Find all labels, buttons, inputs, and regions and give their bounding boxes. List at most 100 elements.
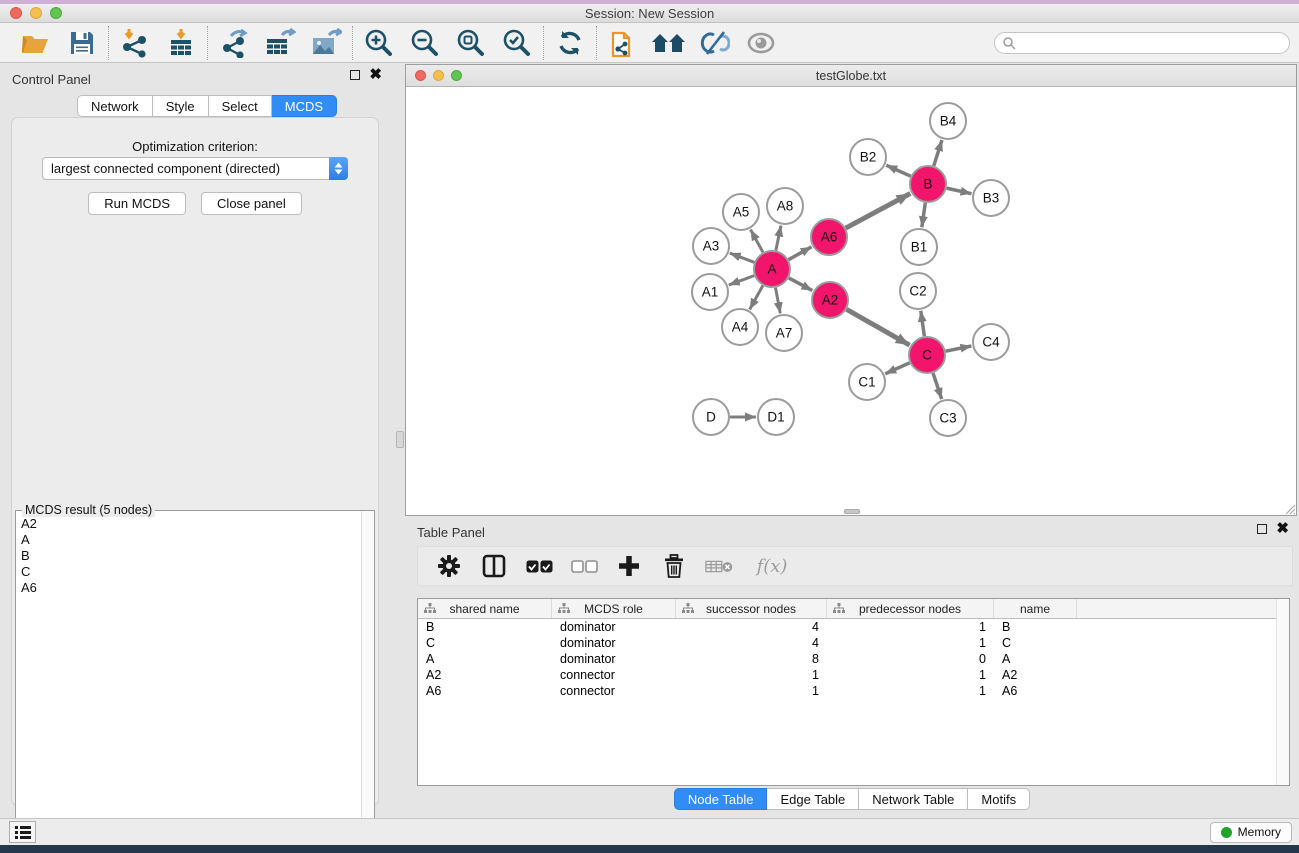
- close-panel-icon[interactable]: ✖: [369, 70, 382, 80]
- export-network-button[interactable]: [216, 27, 252, 59]
- open-browser-button[interactable]: [651, 27, 687, 59]
- delete-table-button[interactable]: [705, 552, 733, 580]
- table-row[interactable]: A2 connector 1 1 A2: [418, 667, 1289, 683]
- import-network-button[interactable]: [117, 27, 153, 59]
- save-session-button[interactable]: [64, 27, 100, 59]
- graph-edge[interactable]: [934, 140, 942, 166]
- graph-edge[interactable]: [933, 373, 942, 399]
- network-window-titlebar[interactable]: testGlobe.txt: [406, 65, 1296, 87]
- export-table-button[interactable]: [262, 27, 298, 59]
- list-item[interactable]: B: [21, 548, 360, 564]
- graph-edge[interactable]: [846, 193, 911, 228]
- float-panel-icon[interactable]: [350, 70, 360, 80]
- graph-edge[interactable]: [776, 226, 781, 251]
- graph-edge[interactable]: [885, 363, 909, 374]
- tab-style[interactable]: Style: [153, 95, 209, 117]
- column-header-shared-name[interactable]: shared name: [418, 599, 552, 618]
- hide-graphics-details-button[interactable]: [697, 27, 733, 59]
- list-item[interactable]: A6: [21, 580, 360, 596]
- graph-edge[interactable]: [750, 286, 763, 310]
- tab-mcds[interactable]: MCDS: [272, 95, 337, 117]
- node-table: shared name MCDS role successor nodes: [417, 598, 1290, 786]
- graph-edge[interactable]: [847, 309, 910, 345]
- graph-node-label: A3: [703, 239, 720, 254]
- tab-node-table[interactable]: Node Table: [674, 788, 768, 810]
- mcds-result-list[interactable]: A2 A B C A6: [17, 516, 360, 850]
- panel-splitter-handle[interactable]: [396, 431, 404, 448]
- graph-node-label: B3: [983, 191, 1000, 206]
- graph-edge[interactable]: [946, 346, 972, 351]
- graph-node-label: C: [922, 348, 932, 363]
- tab-motifs[interactable]: Motifs: [968, 788, 1030, 810]
- delete-column-button[interactable]: [660, 552, 688, 580]
- resize-grip-icon[interactable]: [1284, 503, 1296, 515]
- table-row[interactable]: A dominator 8 0 A: [418, 651, 1289, 667]
- column-label: successor nodes: [706, 602, 796, 616]
- list-item[interactable]: C: [21, 564, 360, 580]
- tab-select[interactable]: Select: [209, 95, 272, 117]
- search-field[interactable]: [994, 32, 1290, 54]
- table-scrollbar[interactable]: [1276, 599, 1289, 785]
- export-image-button[interactable]: [308, 27, 344, 59]
- graph-edge[interactable]: [776, 288, 781, 314]
- result-scrollbar[interactable]: [361, 511, 374, 851]
- graph-edge[interactable]: [789, 247, 812, 260]
- criterion-dropdown[interactable]: largest connected component (directed): [42, 157, 348, 180]
- graph-node-label: A2: [822, 293, 839, 308]
- run-mcds-button[interactable]: Run MCDS: [88, 192, 186, 215]
- close-panel-icon[interactable]: ✖: [1276, 524, 1289, 534]
- graph-node-label: A8: [777, 199, 794, 214]
- new-network-from-selection-button[interactable]: [605, 27, 641, 59]
- column-header-predecessor-nodes[interactable]: predecessor nodes: [827, 599, 994, 618]
- tab-network[interactable]: Network: [77, 95, 153, 117]
- memory-label: Memory: [1238, 825, 1281, 839]
- column-label: shared name: [449, 602, 519, 616]
- table-settings-button[interactable]: [435, 552, 463, 580]
- float-panel-icon[interactable]: [1257, 524, 1267, 534]
- memory-button[interactable]: Memory: [1210, 822, 1292, 843]
- graph-edge[interactable]: [921, 311, 925, 336]
- deselect-all-button[interactable]: [570, 552, 598, 580]
- table-row[interactable]: A6 connector 1 1 A6: [418, 683, 1289, 699]
- open-session-button[interactable]: [18, 27, 54, 59]
- tab-edge-table[interactable]: Edge Table: [767, 788, 859, 810]
- graph-edge[interactable]: [751, 230, 763, 253]
- column-header-mcds-role[interactable]: MCDS role: [552, 599, 676, 618]
- zoom-fit-button[interactable]: [453, 27, 489, 59]
- column-header-successor-nodes[interactable]: successor nodes: [676, 599, 827, 618]
- add-column-button[interactable]: [615, 552, 643, 580]
- refresh-button[interactable]: [552, 27, 588, 59]
- column-label: name: [1020, 602, 1050, 616]
- zoom-in-button[interactable]: [361, 27, 397, 59]
- task-history-button[interactable]: [9, 821, 36, 843]
- column-label: MCDS role: [584, 602, 643, 616]
- plus-icon: [618, 555, 640, 577]
- import-table-button[interactable]: [163, 27, 199, 59]
- close-panel-button[interactable]: Close panel: [201, 192, 302, 215]
- table-row[interactable]: B dominator 4 1 B: [418, 619, 1289, 635]
- network-canvas-svg[interactable]: ABCA2A6A1A3A4A5A7A8B1B2B3B4C1C2C3C4DD1: [406, 87, 1296, 515]
- network-hscroll-thumb[interactable]: [844, 509, 860, 514]
- list-item[interactable]: A2: [21, 516, 360, 532]
- zoom-out-button[interactable]: [407, 27, 443, 59]
- label-slash-icon: [700, 29, 730, 57]
- cell-shared-name: A: [418, 652, 552, 666]
- tab-network-table[interactable]: Network Table: [859, 788, 968, 810]
- function-builder-button[interactable]: f(x): [750, 552, 794, 580]
- search-input[interactable]: [1016, 36, 1276, 50]
- graph-edge[interactable]: [947, 188, 972, 194]
- graph-edge[interactable]: [922, 203, 925, 227]
- column-header-name[interactable]: name: [994, 599, 1077, 618]
- graph-edge[interactable]: [729, 276, 754, 285]
- graph-edge[interactable]: [730, 253, 755, 262]
- zoom-selected-button[interactable]: [499, 27, 535, 59]
- table-row[interactable]: C dominator 4 1 C: [418, 635, 1289, 651]
- graph-edge[interactable]: [886, 165, 910, 176]
- cell-mcds-role: dominator: [552, 636, 676, 650]
- show-column-button[interactable]: [480, 552, 508, 580]
- select-all-button[interactable]: [525, 552, 553, 580]
- graph-edge[interactable]: [789, 278, 813, 291]
- list-item[interactable]: A: [21, 532, 360, 548]
- export-image-icon: [310, 28, 342, 58]
- show-hide-eye-button[interactable]: [743, 27, 779, 59]
